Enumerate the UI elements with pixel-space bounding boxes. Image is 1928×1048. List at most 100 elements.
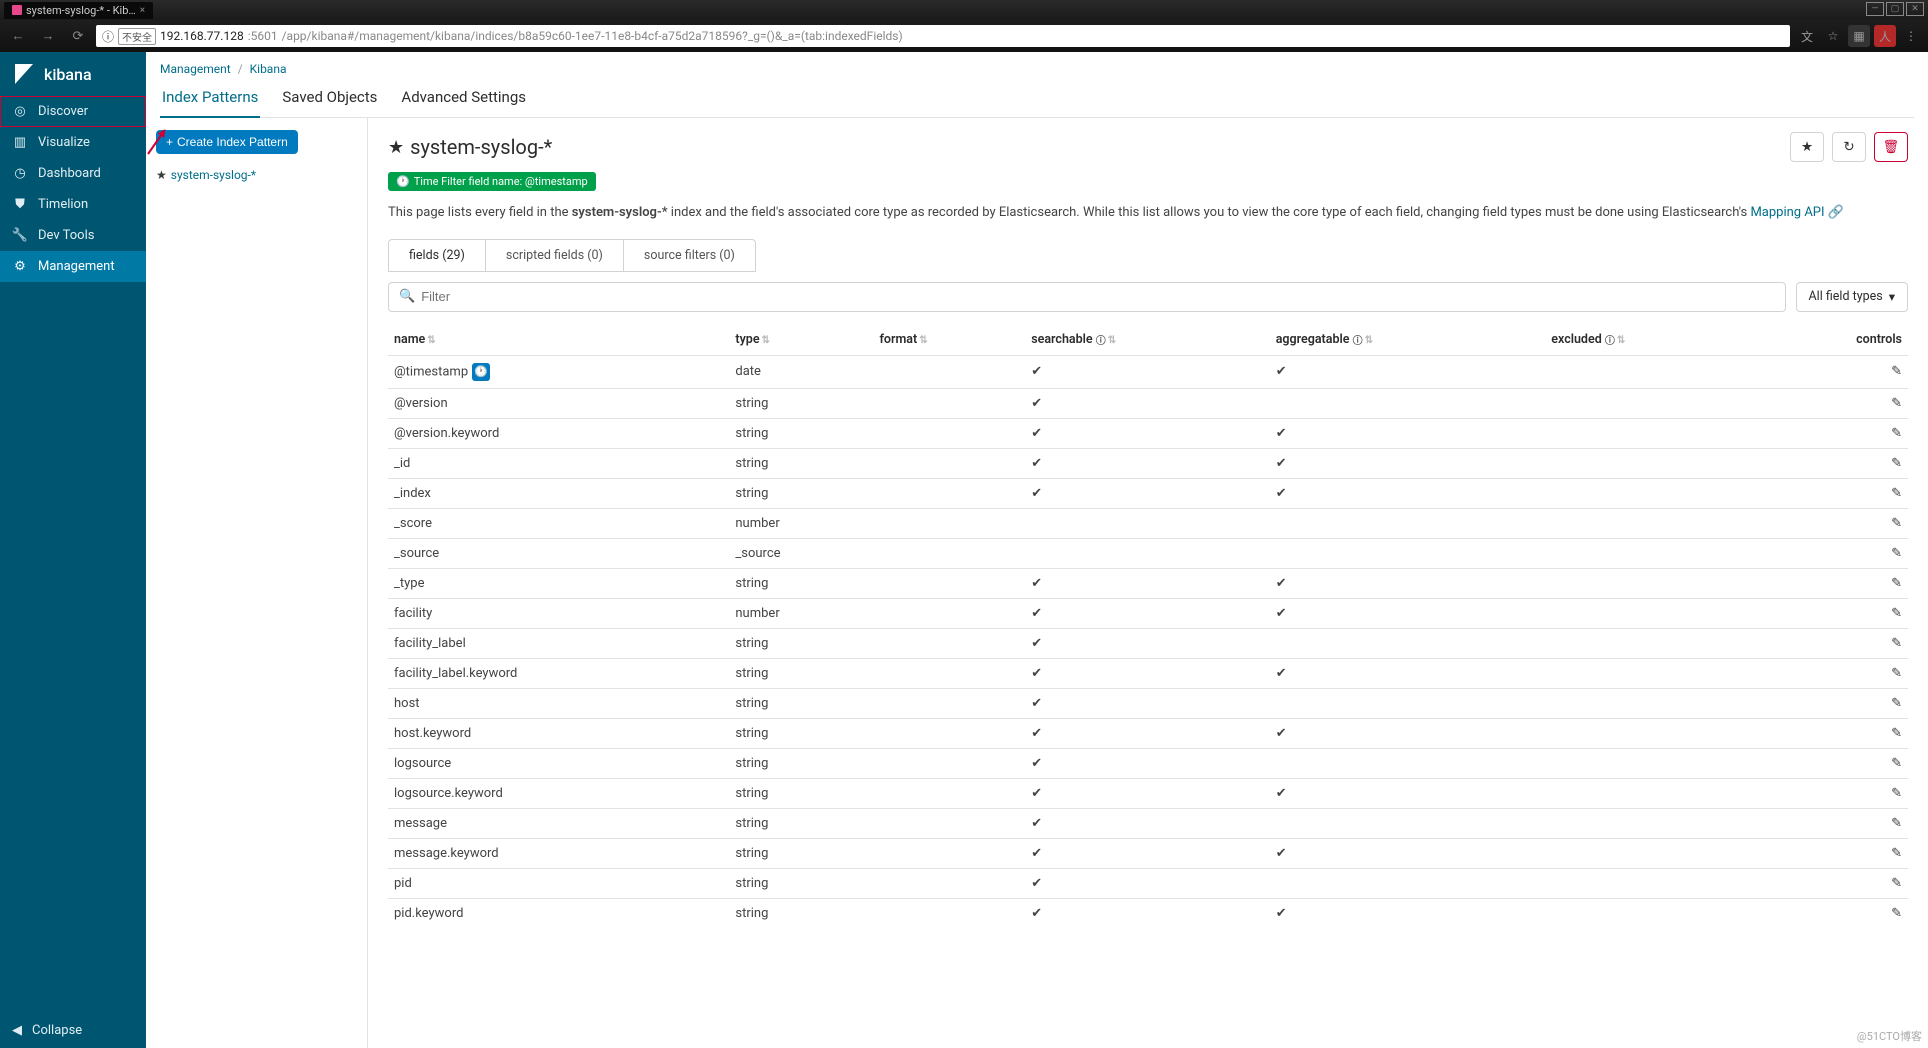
window-minimize-icon[interactable]: — — [1866, 2, 1884, 16]
cell-searchable — [1025, 508, 1270, 538]
url-box[interactable]: ⓘ 不安全 192.168.77.128:5601/app/kibana#/ma… — [96, 25, 1790, 47]
sidebar-item-devtools[interactable]: 🔧 Dev Tools — [0, 220, 146, 251]
edit-icon[interactable]: ✎ — [1891, 576, 1902, 591]
sub-tab-fields[interactable]: fields (29) — [389, 240, 486, 271]
cell-searchable: ✔ — [1025, 838, 1270, 868]
forward-icon[interactable]: → — [36, 24, 60, 48]
back-icon[interactable]: ← — [6, 24, 30, 48]
edit-icon[interactable]: ✎ — [1891, 486, 1902, 501]
cell-type: string — [729, 448, 873, 478]
bookmark-star-icon[interactable]: ☆ — [1822, 25, 1844, 47]
col-searchable[interactable]: searchable ⓘ⇅ — [1025, 324, 1270, 356]
cell-controls: ✎ — [1762, 448, 1908, 478]
extension-pdf-icon[interactable]: 人 — [1874, 25, 1896, 47]
clock-icon: 🕐 — [472, 363, 490, 381]
edit-icon[interactable]: ✎ — [1891, 606, 1902, 621]
col-excluded[interactable]: excluded ⓘ⇅ — [1545, 324, 1762, 356]
mapping-api-link[interactable]: Mapping API — [1750, 205, 1824, 220]
edit-icon[interactable]: ✎ — [1891, 696, 1902, 711]
edit-icon[interactable]: ✎ — [1891, 756, 1902, 771]
table-row: _idstring✔✔✎ — [388, 448, 1908, 478]
refresh-button[interactable]: ↻ — [1832, 132, 1866, 162]
time-filter-badge: 🕐 Time Filter field name: @timestamp — [388, 172, 596, 191]
tab-close-icon[interactable]: × — [140, 5, 145, 16]
cell-excluded — [1545, 538, 1762, 568]
crumb-management[interactable]: Management — [160, 62, 231, 76]
cell-searchable: ✔ — [1025, 628, 1270, 658]
check-icon: ✔ — [1276, 666, 1287, 681]
tab-index-patterns[interactable]: Index Patterns — [160, 82, 260, 118]
cell-format — [873, 448, 1025, 478]
edit-icon[interactable]: ✎ — [1891, 816, 1902, 831]
edit-icon[interactable]: ✎ — [1891, 396, 1902, 411]
edit-icon[interactable]: ✎ — [1891, 636, 1902, 651]
edit-icon[interactable]: ✎ — [1891, 846, 1902, 861]
reload-icon[interactable]: ⟳ — [66, 24, 90, 48]
edit-icon[interactable]: ✎ — [1891, 906, 1902, 921]
edit-icon[interactable]: ✎ — [1891, 786, 1902, 801]
edit-icon[interactable]: ✎ — [1891, 364, 1902, 379]
kibana-logo[interactable]: kibana — [0, 52, 146, 96]
info-icon: ⓘ — [1605, 336, 1615, 347]
edit-icon[interactable]: ✎ — [1891, 546, 1902, 561]
cell-controls: ✎ — [1762, 838, 1908, 868]
cell-excluded — [1545, 838, 1762, 868]
cell-excluded — [1545, 388, 1762, 418]
sidebar-item-visualize[interactable]: ▥ Visualize — [0, 127, 146, 158]
edit-icon[interactable]: ✎ — [1891, 426, 1902, 441]
table-row: facility_label.keywordstring✔✔✎ — [388, 658, 1908, 688]
browser-tab[interactable]: system-syslog-* - Kib… × — [4, 2, 153, 19]
window-close-icon[interactable]: ✕ — [1906, 2, 1924, 16]
cell-aggregatable: ✔ — [1270, 568, 1546, 598]
sidebar-item-timelion[interactable]: ⛊ Timelion — [0, 189, 146, 220]
field-types-select[interactable]: All field types ▾ — [1796, 282, 1908, 312]
sidebar-collapse[interactable]: ◀ Collapse — [0, 1013, 146, 1048]
plus-icon: + — [166, 135, 173, 149]
cell-searchable: ✔ — [1025, 478, 1270, 508]
delete-button[interactable]: 🗑 — [1874, 132, 1908, 162]
check-icon: ✔ — [1031, 906, 1042, 921]
cell-excluded — [1545, 568, 1762, 598]
cell-format — [873, 718, 1025, 748]
table-row: logsource.keywordstring✔✔✎ — [388, 778, 1908, 808]
crumb-kibana[interactable]: Kibana — [250, 62, 287, 76]
sub-tab-source-filters[interactable]: source filters (0) — [624, 240, 755, 271]
edit-icon[interactable]: ✎ — [1891, 726, 1902, 741]
col-format[interactable]: format⇅ — [873, 324, 1025, 356]
tab-advanced-settings[interactable]: Advanced Settings — [399, 82, 528, 117]
cell-name: @timestamp🕐 — [388, 355, 729, 388]
cell-type: string — [729, 868, 873, 898]
window-maximize-icon[interactable]: ▢ — [1886, 2, 1904, 16]
sub-tab-scripted[interactable]: scripted fields (0) — [486, 240, 624, 271]
set-default-button[interactable]: ★ — [1790, 132, 1824, 162]
translate-icon[interactable]: 文 — [1796, 25, 1818, 47]
col-aggregatable[interactable]: aggregatable ⓘ⇅ — [1270, 324, 1546, 356]
edit-icon[interactable]: ✎ — [1891, 876, 1902, 891]
refresh-icon: ↻ — [1843, 139, 1854, 155]
col-name[interactable]: name⇅ — [388, 324, 729, 356]
menu-icon[interactable]: ⋮ — [1900, 25, 1922, 47]
sort-icon: ⇅ — [760, 335, 770, 346]
filter-input[interactable] — [421, 289, 1774, 304]
filter-input-wrap[interactable]: 🔍 — [388, 282, 1786, 312]
cell-name: host — [388, 688, 729, 718]
col-type[interactable]: type⇅ — [729, 324, 873, 356]
saved-pattern-item[interactable]: ★ system-syslog-* — [156, 168, 357, 182]
edit-icon[interactable]: ✎ — [1891, 456, 1902, 471]
sidebar-item-dashboard[interactable]: ◷ Dashboard — [0, 158, 146, 189]
edit-icon[interactable]: ✎ — [1891, 516, 1902, 531]
tab-saved-objects[interactable]: Saved Objects — [280, 82, 379, 117]
cell-type: number — [729, 598, 873, 628]
extension-icon[interactable]: ▦ — [1848, 25, 1870, 47]
table-row: _source_source✎ — [388, 538, 1908, 568]
search-icon: 🔍 — [399, 289, 415, 304]
cell-aggregatable: ✔ — [1270, 778, 1546, 808]
table-row: facility_labelstring✔✎ — [388, 628, 1908, 658]
app-name: kibana — [44, 65, 92, 84]
sidebar-item-management[interactable]: ⚙ Management — [0, 251, 146, 282]
edit-icon[interactable]: ✎ — [1891, 666, 1902, 681]
create-index-pattern-button[interactable]: + Create Index Pattern — [156, 130, 298, 154]
col-controls: controls — [1762, 324, 1908, 356]
cell-controls: ✎ — [1762, 868, 1908, 898]
sidebar-item-discover[interactable]: ◎ Discover — [0, 96, 146, 127]
